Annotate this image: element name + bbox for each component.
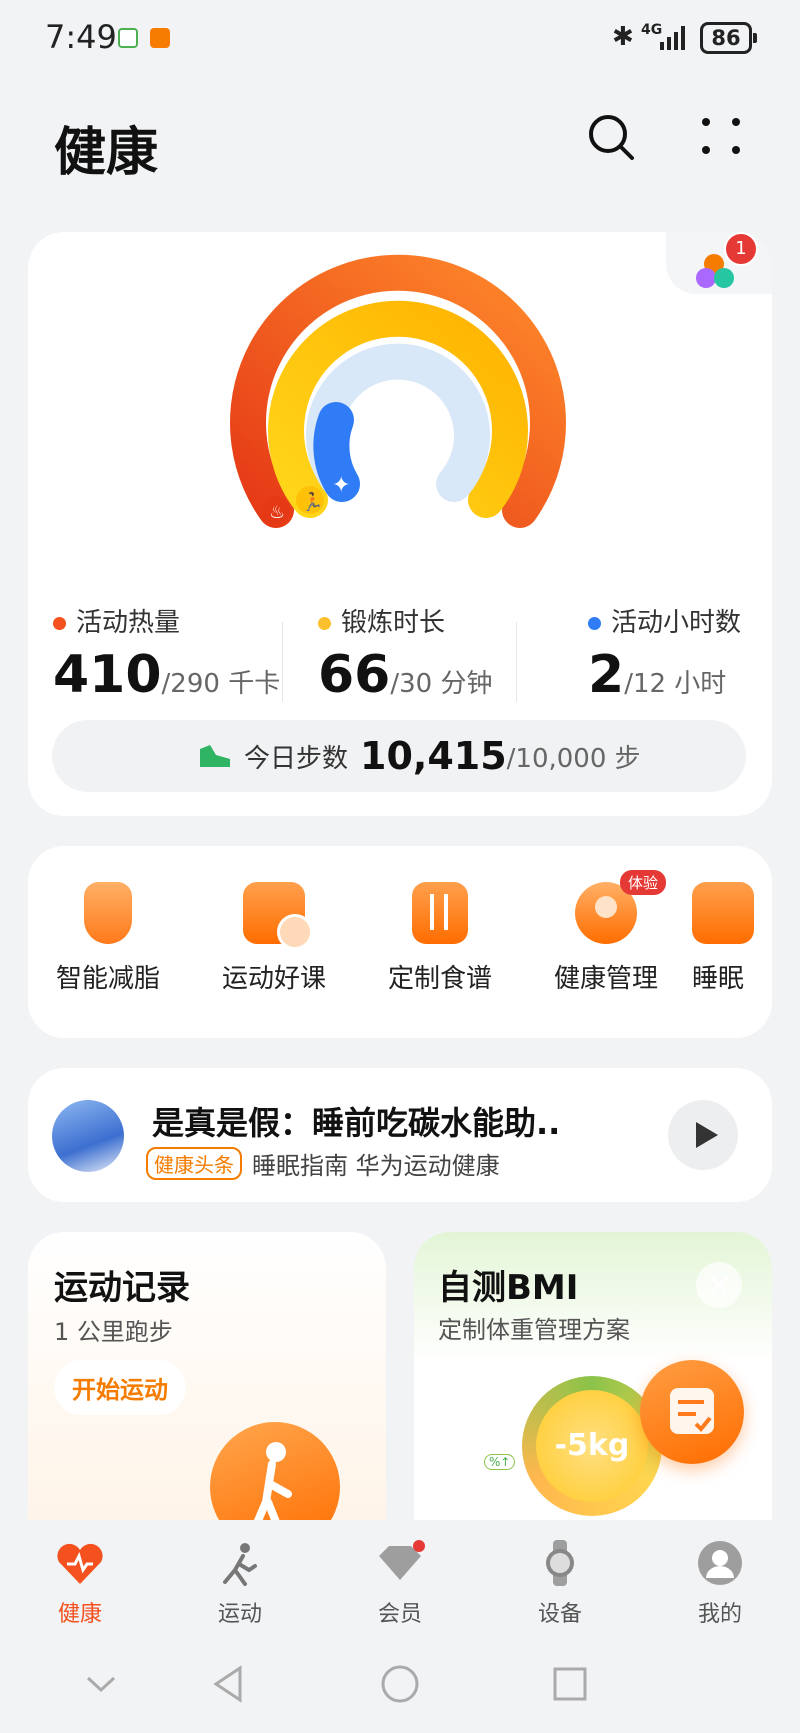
recents-icon[interactable] [552, 1666, 588, 1702]
tab-vip[interactable]: 会员 [340, 1540, 460, 1628]
active-hours-goal: /12 小时 [624, 669, 727, 699]
battery-indicator: 86 [700, 22, 757, 54]
tab-label: 我的 [697, 1602, 742, 1627]
exercise-value: 66 [318, 645, 391, 705]
fork-knife-icon [412, 882, 468, 944]
run-icon: 🏃 [301, 491, 323, 513]
heart-icon [57, 1543, 103, 1584]
report-check-icon [670, 1388, 714, 1434]
calories-goal: /290 千卡 [161, 669, 281, 699]
calories-dot [53, 617, 66, 630]
news-thumbnail [52, 1100, 124, 1172]
tab-exercise[interactable]: 运动 [180, 1540, 300, 1628]
calories-label: 活动热量 [76, 608, 181, 638]
search-button[interactable] [586, 112, 636, 162]
steps-label: 今日步数 [244, 743, 349, 774]
stat-active-hours[interactable]: 活动小时数 2/12 小时 [588, 602, 741, 705]
quick-action-courses[interactable]: 运动好课 [194, 882, 354, 995]
exercise-dot [318, 617, 331, 630]
body-shape-icon [84, 882, 132, 944]
tab-label: 运动 [217, 1602, 262, 1627]
tab-label: 会员 [377, 1602, 422, 1627]
trial-badge: 体验 [620, 870, 667, 895]
status-time: 7:49 [45, 18, 117, 56]
sleep-icon [692, 882, 754, 944]
rings-customize-button[interactable]: 1 [666, 232, 772, 294]
quick-action-label: 定制食谱 [387, 964, 492, 994]
watch-icon [546, 1540, 574, 1586]
vip-diamond-icon [379, 1540, 425, 1580]
exercise-goal: /30 分钟 [390, 669, 493, 699]
exercise-label: 锻炼时长 [341, 608, 446, 638]
quick-action-label: 健康管理 [553, 964, 658, 994]
video-course-icon [243, 882, 313, 950]
shoe-icon [200, 745, 230, 767]
active-hours-value: 2 [588, 645, 625, 705]
home-icon [118, 28, 138, 48]
runner-icon [223, 1543, 257, 1586]
gauge-value: -5kg [536, 1390, 648, 1502]
quick-action-sleep[interactable]: 睡眠 [692, 882, 772, 995]
news-card[interactable]: 是真是假：睡前吃碳水能助.. 健康头条 睡眠指南 华为运动健康 [28, 1068, 772, 1202]
chevron-down-icon[interactable] [84, 1672, 118, 1696]
news-meta: 睡眠指南 华为运动健康 [252, 1152, 500, 1180]
notification-badge: 1 [724, 232, 758, 266]
bmi-card[interactable]: 自测BMI 定制体重管理方案 -5kg %↑ [414, 1232, 772, 1522]
active-hours-dot [588, 617, 601, 630]
stand-icon: ✦ [332, 473, 350, 498]
bmi-card-title: 自测BMI [438, 1268, 579, 1308]
activity-rings-chart: ♨ 🏃 ✦ [230, 254, 566, 528]
exercise-card-title: 运动记录 [54, 1268, 190, 1308]
profile-icon [698, 1541, 742, 1585]
tab-label: 设备 [537, 1602, 582, 1627]
steps-summary[interactable]: 今日步数 10,415 /10,000 步 [52, 720, 746, 792]
play-button[interactable] [668, 1100, 738, 1170]
tab-health[interactable]: 健康 [20, 1540, 140, 1628]
home-circle-icon[interactable] [380, 1664, 420, 1704]
tab-label: 健康 [57, 1602, 102, 1627]
divider [516, 622, 517, 702]
flame-icon: ♨ [269, 502, 285, 523]
close-icon [709, 1275, 729, 1295]
divider [282, 622, 283, 702]
start-exercise-button[interactable]: 开始运动 [54, 1360, 186, 1415]
back-icon[interactable] [210, 1664, 246, 1704]
quick-action-label: 智能减脂 [55, 964, 160, 994]
active-hours-label: 活动小时数 [611, 608, 742, 638]
stat-exercise[interactable]: 锻炼时长 66/30 分钟 [318, 602, 492, 705]
bmi-card-subtitle: 定制体重管理方案 [438, 1316, 630, 1344]
exercise-card-subtitle: 1 公里跑步 [54, 1318, 173, 1346]
more-menu-button[interactable] [696, 112, 746, 162]
steps-value: 10,415 [360, 734, 507, 778]
stat-calories[interactable]: 活动热量 410/290 千卡 [53, 602, 280, 705]
tab-me[interactable]: 我的 [660, 1540, 780, 1628]
quick-action-health-mgmt[interactable]: 体验 健康管理 [526, 870, 686, 995]
news-tag: 健康头条 [146, 1147, 242, 1180]
news-title: 是真是假：睡前吃碳水能助.. [152, 1104, 561, 1142]
quick-actions-card: 智能减脂 运动好课 定制食谱 体验 健康管理 睡眠 [28, 846, 772, 1038]
bluetooth-icon: ✱ [612, 22, 634, 52]
calories-value: 410 [53, 645, 162, 705]
walking-person-icon [253, 1442, 292, 1522]
page-title: 健康 [54, 123, 159, 183]
close-button[interactable] [696, 1262, 742, 1308]
quick-action-fat-loss[interactable]: 智能减脂 [28, 882, 188, 995]
mini-label: %↑ [484, 1454, 516, 1470]
bmi-report-button[interactable] [640, 1360, 744, 1464]
health-app-icon [150, 28, 170, 48]
grid-dots-icon [702, 118, 740, 154]
status-bar: 7:49 ✱ 4G 86 [0, 0, 800, 80]
quick-action-label: 睡眠 [692, 964, 745, 994]
quick-action-recipes[interactable]: 定制食谱 [360, 882, 520, 995]
play-icon [696, 1122, 718, 1148]
system-navigation-bar [0, 1640, 800, 1733]
runner-illustration [210, 1422, 340, 1522]
search-icon [589, 115, 634, 160]
tab-devices[interactable]: 设备 [500, 1540, 620, 1628]
steps-goal: /10,000 步 [506, 743, 641, 774]
exercise-record-card[interactable]: 运动记录 1 公里跑步 开始运动 [28, 1232, 386, 1522]
signal-icon [660, 24, 690, 50]
quick-action-label: 运动好课 [221, 964, 326, 994]
